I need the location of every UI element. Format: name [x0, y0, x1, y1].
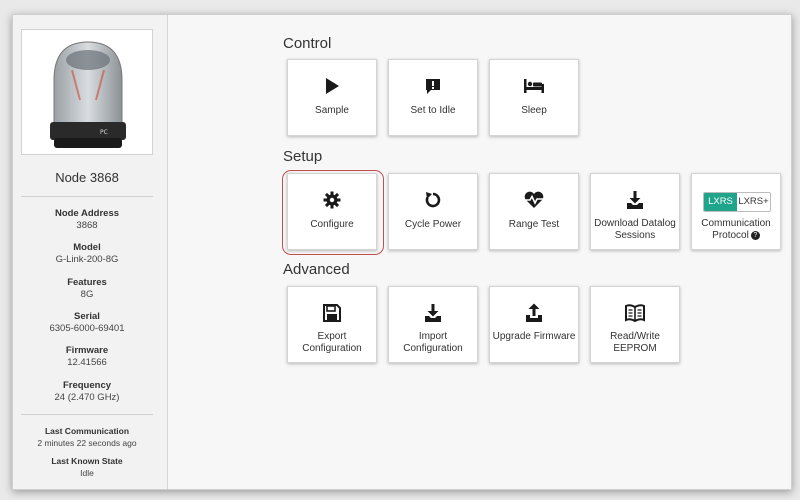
download-icon: [389, 303, 477, 325]
info-model: Model G-Link-200-8G: [13, 242, 161, 266]
button-label: Download Datalog Sessions: [594, 218, 676, 241]
button-label: Import Configuration: [403, 331, 463, 354]
main-panel: Control Sample Set to Idle Sleep Setup C…: [168, 15, 791, 489]
info-label: Node Address: [54, 208, 120, 219]
section-title-setup: Setup: [283, 148, 323, 165]
play-icon: [288, 76, 376, 98]
button-label: Communication Protocol?: [694, 218, 778, 242]
button-label: Sleep: [521, 105, 547, 116]
book-icon: [591, 303, 679, 325]
app-window: PC Node 3868 Node Address 3868 Model G-L…: [12, 14, 792, 490]
button-label: Upgrade Firmware: [492, 331, 576, 342]
download-icon: [591, 190, 679, 212]
button-label: Sample: [315, 105, 349, 116]
info-value: 12.41566: [67, 357, 107, 368]
set-to-idle-button[interactable]: Set to Idle: [388, 59, 478, 136]
refresh-icon: [389, 190, 477, 212]
node-device-image: PC: [21, 29, 153, 155]
info-features: Features 8G: [13, 277, 161, 301]
divider: [21, 414, 153, 415]
info-frequency: Frequency 24 (2.470 GHz): [13, 380, 161, 404]
button-label: Range Test: [508, 219, 560, 230]
communication-protocol-control: LXRS LXRS+ Communication Protocol?: [691, 173, 781, 250]
info-label: Serial: [74, 311, 100, 322]
upload-icon: [490, 303, 578, 325]
button-label: Set to Idle: [410, 105, 456, 116]
save-icon: [288, 303, 376, 325]
read-write-eeprom-button[interactable]: Read/Write EEPROM: [590, 286, 680, 363]
import-configuration-button[interactable]: Import Configuration: [388, 286, 478, 363]
info-label: Features: [67, 277, 107, 288]
divider: [21, 196, 153, 197]
info-label: Firmware: [65, 345, 109, 356]
info-value: 6305-6000-69401: [49, 323, 125, 334]
heartbeat-icon: [490, 190, 578, 212]
node-title: Node 3868: [55, 170, 119, 185]
help-icon[interactable]: ?: [750, 230, 760, 240]
info-node-address: Node Address 3868: [13, 208, 161, 232]
export-configuration-button[interactable]: Export Configuration: [287, 286, 377, 363]
section-title-advanced: Advanced: [283, 261, 350, 278]
section-title-control: Control: [283, 35, 332, 52]
info-serial: Serial 6305-6000-69401: [13, 311, 161, 335]
info-label: Last Communication: [44, 426, 130, 436]
info-firmware: Firmware 12.41566: [13, 345, 161, 369]
button-label: Export Configuration: [302, 331, 362, 354]
info-label: Last Known State: [51, 456, 123, 466]
button-label: Cycle Power: [404, 219, 462, 230]
info-label: Model: [73, 242, 101, 253]
svg-text:PC: PC: [100, 129, 108, 136]
protocol-option-lxrs-plus[interactable]: LXRS+: [737, 193, 770, 211]
info-value: 2 minutes 22 seconds ago: [37, 438, 137, 448]
info-last-known-state: Last Known State Idle: [13, 455, 161, 479]
range-test-button[interactable]: Range Test: [489, 173, 579, 250]
download-datalog-sessions-button[interactable]: Download Datalog Sessions: [590, 173, 680, 250]
alert-icon: [389, 76, 477, 98]
configure-highlight-outline: [282, 170, 384, 255]
cycle-power-button[interactable]: Cycle Power: [388, 173, 478, 250]
info-value: 8G: [80, 289, 94, 300]
protocol-label: Communication Protocol: [701, 218, 771, 241]
info-value: 3868: [76, 220, 98, 231]
protocol-option-lxrs[interactable]: LXRS: [704, 193, 737, 211]
bed-icon: [490, 76, 578, 98]
info-value: Idle: [80, 468, 94, 478]
upgrade-firmware-button[interactable]: Upgrade Firmware: [489, 286, 579, 363]
info-value: 24 (2.470 GHz): [54, 392, 120, 403]
info-last-communication: Last Communication 2 minutes 22 seconds …: [13, 425, 161, 449]
protocol-toggle[interactable]: LXRS LXRS+: [703, 192, 771, 212]
info-label: Frequency: [62, 380, 112, 391]
button-label: Read/Write EEPROM: [610, 331, 660, 354]
info-value: G-Link-200-8G: [55, 254, 119, 265]
sample-button[interactable]: Sample: [287, 59, 377, 136]
node-sidebar: PC Node 3868 Node Address 3868 Model G-L…: [13, 15, 168, 489]
sleep-button[interactable]: Sleep: [489, 59, 579, 136]
